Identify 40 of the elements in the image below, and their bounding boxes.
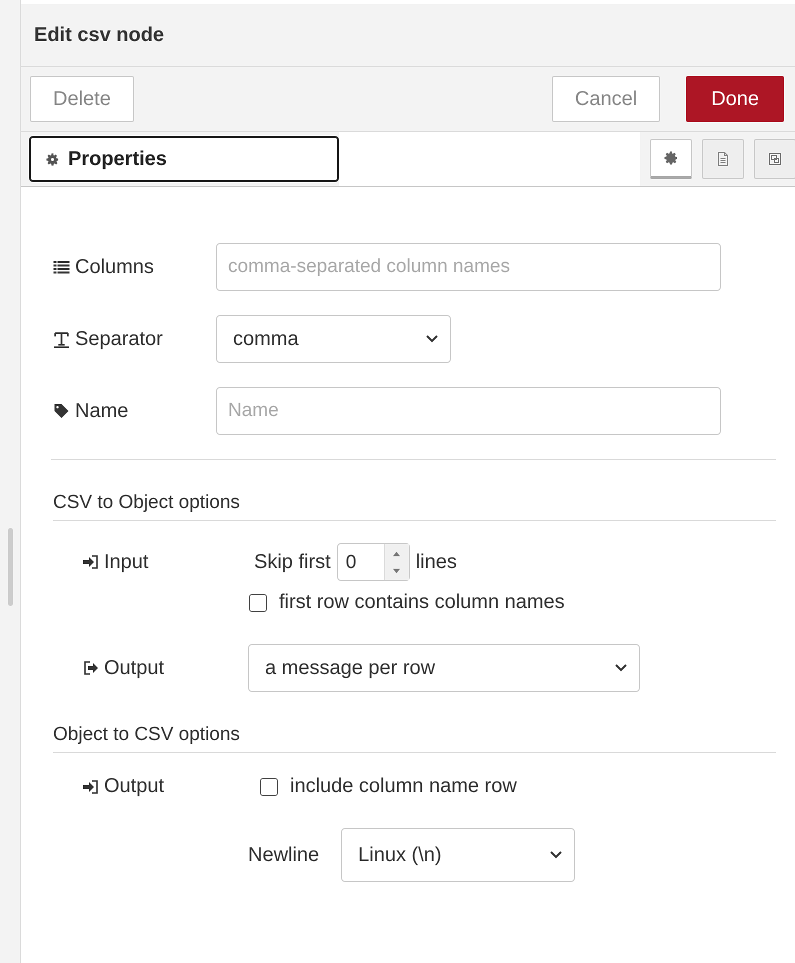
sign-out-icon <box>83 661 99 675</box>
text-field[interactable]: Name <box>216 387 721 435</box>
gear-icon <box>45 152 60 166</box>
separator-dropdown[interactable]: comma <box>216 315 451 363</box>
done-button[interactable]: Done <box>686 76 784 122</box>
checkbox-label: first row contains column names <box>279 591 565 614</box>
scrollbar-thumb[interactable] <box>8 528 13 606</box>
newline-dropdown[interactable]: Linux (\n) <box>341 828 576 882</box>
field-label: Separator <box>75 328 163 350</box>
section-heading: CSV to Object options <box>53 492 776 521</box>
field-label: Columns <box>75 256 154 278</box>
properties-tab[interactable]: Properties <box>29 136 339 182</box>
caret-icon <box>550 851 562 859</box>
section-heading: Object to CSV options <box>53 724 776 753</box>
dialog-button[interactable]: Delete <box>30 76 134 122</box>
text-icon <box>53 330 70 348</box>
checkbox[interactable] <box>260 778 278 796</box>
skip-label: lines <box>416 550 457 574</box>
frame-icon[interactable] <box>754 139 795 179</box>
number-spinner[interactable]: 0 <box>336 543 410 581</box>
document-icon[interactable] <box>702 139 744 179</box>
row-label: Output <box>104 656 164 680</box>
caret-icon <box>615 664 627 672</box>
row-label: Input <box>104 550 148 574</box>
settings-icon[interactable] <box>650 139 692 179</box>
dialog-title: Edit csv node <box>34 24 164 46</box>
list-icon <box>53 260 70 274</box>
row-label: Output <box>104 775 164 798</box>
skip-label: Skip first <box>254 550 331 574</box>
checkbox-label: include column name row <box>290 775 517 798</box>
sign-in-icon <box>83 555 99 569</box>
caret-icon <box>426 335 438 343</box>
text-field[interactable]: comma-separated column names <box>216 243 721 291</box>
sign-in-icon <box>83 780 99 794</box>
output-dropdown[interactable]: a message per row <box>248 644 640 692</box>
dialog-button[interactable]: Cancel <box>552 76 660 122</box>
field-label: Name <box>75 400 128 422</box>
newline-label: Newline <box>248 844 320 866</box>
tag-icon <box>53 403 70 419</box>
checkbox[interactable] <box>249 594 267 612</box>
